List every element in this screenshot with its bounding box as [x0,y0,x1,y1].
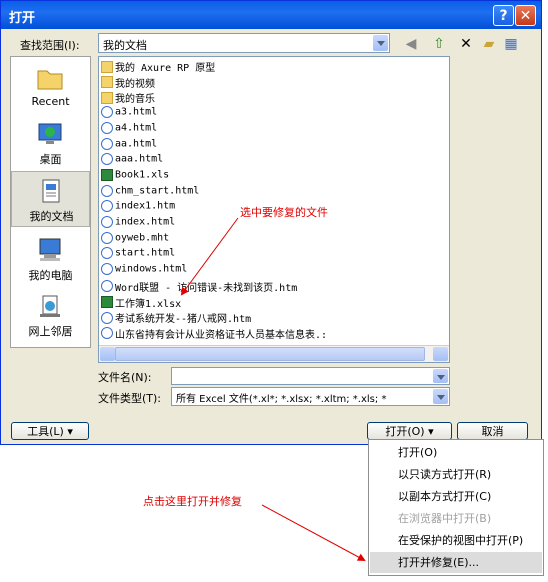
arrow-to-file [180,217,239,296]
arrow-to-menu-item [261,504,366,561]
annotation-arrows [180,217,366,561]
